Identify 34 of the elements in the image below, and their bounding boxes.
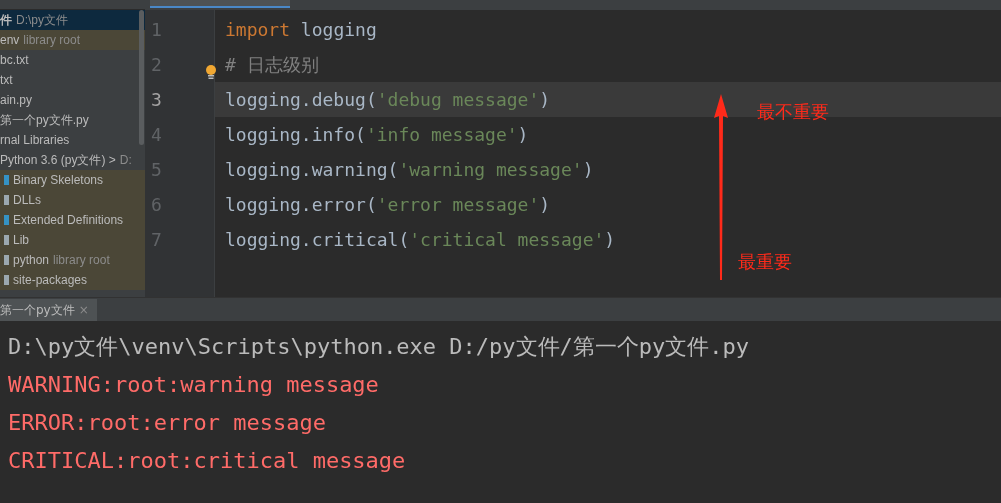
- tree-label: txt: [0, 72, 13, 89]
- tree-label: ain.py: [0, 92, 33, 109]
- tree-label: Python 3.6 (py文件) >: [0, 152, 116, 169]
- tree-label: DLLs: [13, 192, 41, 209]
- tree-label: rnal Libraries: [0, 132, 70, 149]
- tree-item[interactable]: Binary Skeletons: [0, 170, 145, 190]
- tree-label: bc.txt: [0, 52, 29, 69]
- tree-label: env: [0, 32, 20, 49]
- tree-item[interactable]: Lib: [0, 230, 145, 250]
- tree-label: Lib: [13, 232, 29, 249]
- console-line: D:\py文件\venv\Scripts\python.exe D:/py文件/第一个py文件.py: [8, 332, 751, 361]
- console-line: CRITICAL:root:critical message: [8, 446, 407, 475]
- tree-note: D:\py文件: [16, 12, 68, 29]
- tree-note: library root: [23, 32, 81, 49]
- line-number: 3: [151, 88, 162, 112]
- tree-item[interactable]: DLLs: [0, 190, 145, 210]
- tree-label: Extended Definitions: [13, 212, 124, 229]
- tree-note: D:: [119, 152, 132, 169]
- tree-label: python: [13, 252, 50, 269]
- run-tab[interactable]: 第一个py文件 ×: [0, 299, 97, 321]
- tree-item[interactable]: python library root: [0, 250, 145, 270]
- tree-label: 件: [0, 12, 12, 29]
- tree-label: Binary Skeletons: [13, 172, 104, 189]
- tree-note: library root: [53, 252, 110, 269]
- lightbulb-icon[interactable]: [205, 64, 217, 80]
- tree-label: site-packages: [13, 272, 88, 289]
- console-line: WARNING:root:warning message: [8, 370, 380, 399]
- tree-item[interactable]: 件 D:\py文件: [0, 10, 145, 30]
- tab-label: 第一个py文件: [0, 302, 75, 319]
- tree-item[interactable]: site-packages: [0, 270, 145, 290]
- console-line: ERROR:root:error message: [8, 408, 327, 437]
- tree-item[interactable]: env library root: [0, 30, 145, 50]
- tree-item[interactable]: Extended Definitions: [0, 210, 145, 230]
- tree-label: 第一个py文件.py: [0, 112, 89, 129]
